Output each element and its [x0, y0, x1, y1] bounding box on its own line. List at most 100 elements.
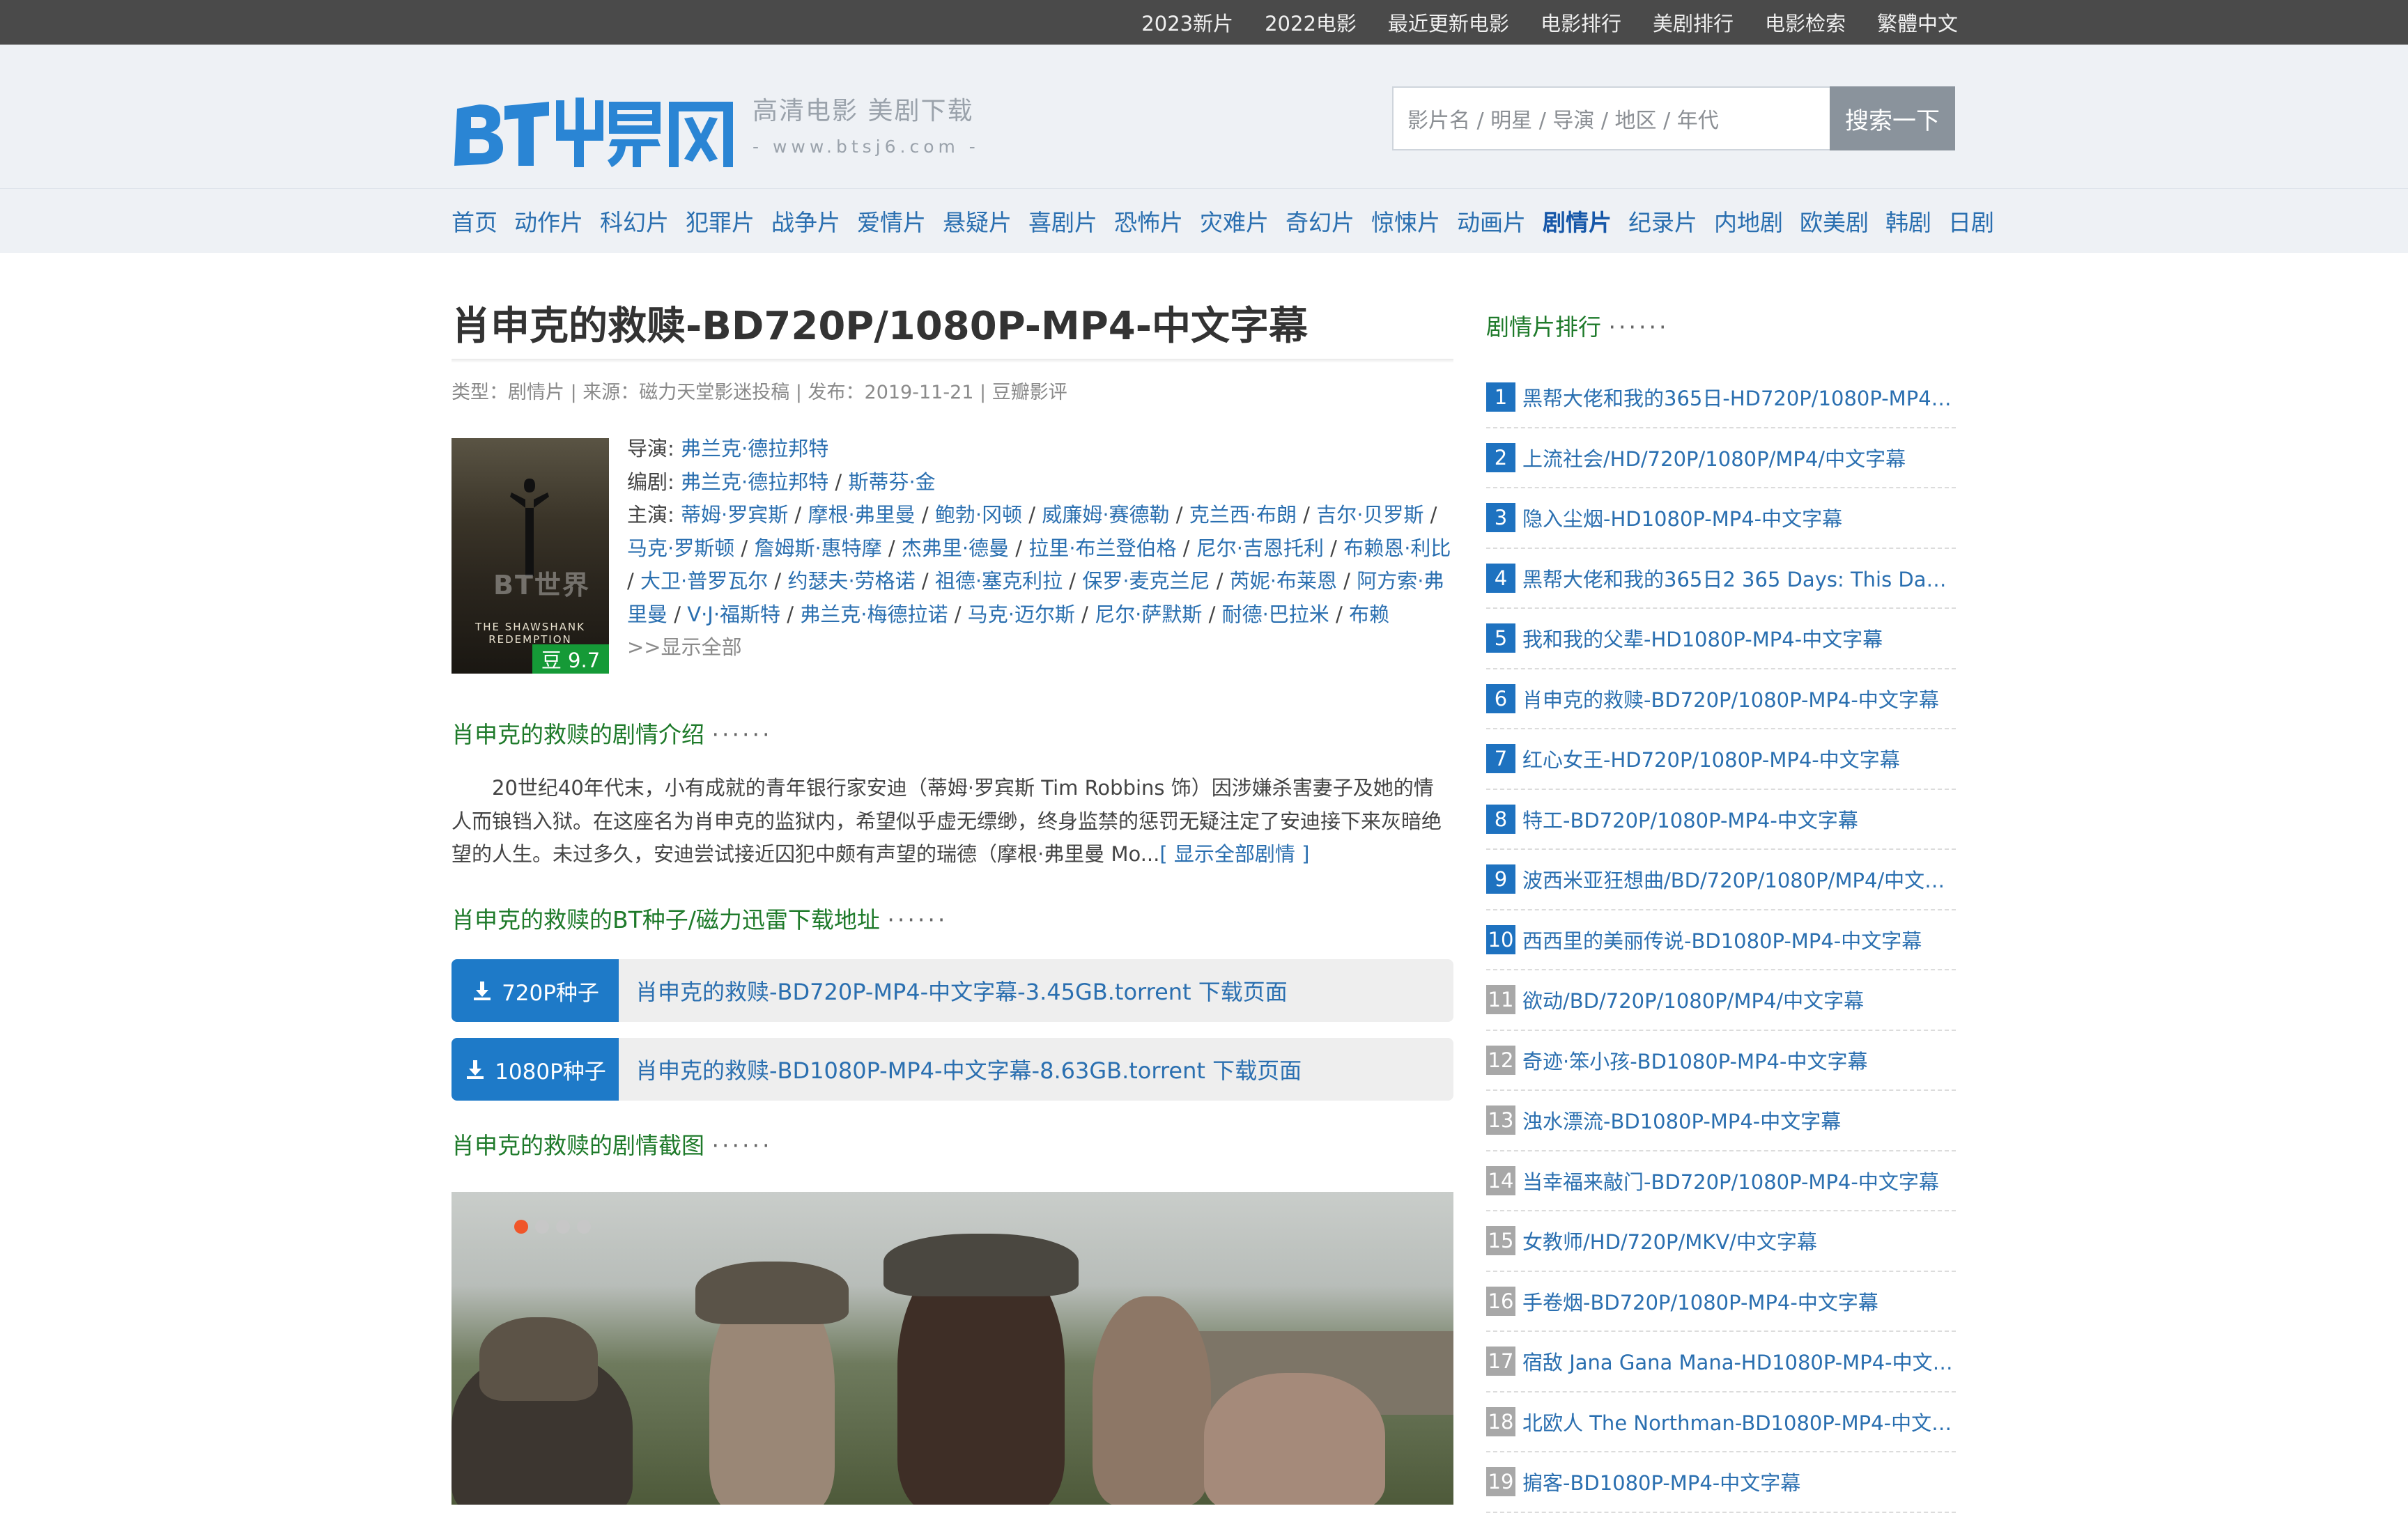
nav-item-disaster[interactable]: 灾难片: [1200, 204, 1269, 238]
download-1080p-link[interactable]: 肖申克的救赎-BD1080P-MP4-中文字幕-8.63GB.torrent 下…: [619, 1053, 1302, 1085]
ranking-item-link[interactable]: 浊水漂流-BD1080P-MP4-中文字幕: [1522, 1105, 1841, 1135]
cast-link[interactable]: 克兰西·布朗: [1189, 503, 1297, 527]
show-all-cast-link[interactable]: >>显示全部: [627, 631, 1453, 665]
nav-item-western-tv[interactable]: 欧美剧: [1800, 204, 1869, 238]
cast-link[interactable]: 布赖恩·利比: [1343, 536, 1451, 560]
top-link-traditional[interactable]: 繁體中文: [1877, 8, 1958, 37]
ranking-item-link[interactable]: 掮客-BD1080P-MP4-中文字幕: [1522, 1467, 1800, 1496]
ranking-item-link[interactable]: 手卷烟-BD720P/1080P-MP4-中文字幕: [1522, 1287, 1878, 1316]
cast-link[interactable]: 保罗·麦克兰尼: [1082, 569, 1210, 593]
ranking-item-link[interactable]: 当幸福来敲门-BD720P/1080P-MP4-中文字幕: [1522, 1166, 1939, 1195]
top-link-search[interactable]: 电影检索: [1765, 8, 1846, 37]
cast-link[interactable]: 蒂姆·罗宾斯: [681, 503, 788, 527]
ranking-item[interactable]: 5 我和我的父辈-HD1080P-MP4-中文字幕: [1486, 609, 1956, 669]
ranking-item[interactable]: 13 浊水漂流-BD1080P-MP4-中文字幕: [1486, 1091, 1956, 1151]
nav-item-home[interactable]: 首页: [452, 204, 497, 238]
top-link-2023[interactable]: 2023新片: [1141, 8, 1233, 37]
cast-link[interactable]: 威廉姆·赛德勒: [1042, 503, 1169, 527]
cast-link[interactable]: V·J·福斯特: [687, 603, 780, 626]
ranking-item-link[interactable]: 上流社会/HD/720P/1080P/MP4/中文字幕: [1522, 443, 1906, 472]
cast-link[interactable]: 耐德·巴拉米: [1222, 603, 1329, 626]
cast-link[interactable]: 弗兰克·梅德拉诺: [800, 603, 948, 626]
top-link-2022[interactable]: 2022电影: [1265, 8, 1357, 37]
ranking-item-link[interactable]: 肖申克的救赎-BD720P/1080P-MP4-中文字幕: [1522, 684, 1939, 713]
cast-link[interactable]: 祖德·塞克利拉: [935, 569, 1063, 593]
carousel-dot[interactable]: [577, 1220, 591, 1234]
ranking-item[interactable]: 19 掮客-BD1080P-MP4-中文字幕: [1486, 1452, 1956, 1513]
screenshot-carousel[interactable]: [452, 1192, 1453, 1505]
ranking-item-link[interactable]: 北欧人 The Northman-BD1080P-MP4-中文字幕: [1522, 1407, 1956, 1436]
writer-link[interactable]: 斯蒂芬·金: [848, 470, 935, 494]
top-link-latest[interactable]: 最近更新电影: [1388, 8, 1509, 37]
show-full-synopsis-link[interactable]: [ 显示全部剧情 ]: [1159, 842, 1309, 866]
nav-item-crime[interactable]: 犯罪片: [686, 204, 755, 238]
writer-link[interactable]: 弗兰克·德拉邦特: [681, 470, 828, 494]
ranking-item[interactable]: 8 特工-BD720P/1080P-MP4-中文字幕: [1486, 790, 1956, 850]
cast-link[interactable]: 芮妮·布莱恩: [1230, 569, 1337, 593]
director-link[interactable]: 弗兰克·德拉邦特: [681, 437, 828, 460]
ranking-item[interactable]: 10 西西里的美丽传说-BD1080P-MP4-中文字幕: [1486, 910, 1956, 970]
ranking-item-link[interactable]: 宿敌 Jana Gana Mana-HD1080P-MP4-中文字幕: [1522, 1347, 1956, 1376]
ranking-item-link[interactable]: 我和我的父辈-HD1080P-MP4-中文字幕: [1522, 623, 1883, 653]
nav-item-horror[interactable]: 恐怖片: [1114, 204, 1183, 238]
nav-item-japanese-tv[interactable]: 日剧: [1948, 204, 1994, 238]
cast-link[interactable]: 布赖: [1349, 603, 1389, 626]
cast-link[interactable]: 尼尔·萨默斯: [1095, 603, 1202, 626]
ranking-item-link[interactable]: 西西里的美丽传说-BD1080P-MP4-中文字幕: [1522, 925, 1922, 954]
ranking-item[interactable]: 14 当幸福来敲门-BD720P/1080P-MP4-中文字幕: [1486, 1151, 1956, 1211]
movie-poster[interactable]: BT世界 THE SHAWSHANK REDEMPTION 豆 9.7: [452, 438, 609, 674]
nav-item-mystery[interactable]: 悬疑片: [943, 204, 1012, 238]
ranking-item[interactable]: 18 北欧人 The Northman-BD1080P-MP4-中文字幕: [1486, 1392, 1956, 1452]
nav-item-animation[interactable]: 动画片: [1457, 204, 1526, 238]
cast-link[interactable]: 拉里·布兰登伯格: [1028, 536, 1176, 560]
cast-link[interactable]: 尼尔·吉恩托利: [1196, 536, 1324, 560]
ranking-item[interactable]: 7 红心女王-HD720P/1080P-MP4-中文字幕: [1486, 729, 1956, 790]
ranking-item-link[interactable]: 红心女王-HD720P/1080P-MP4-中文字幕: [1522, 744, 1900, 773]
ranking-item[interactable]: 16 手卷烟-BD720P/1080P-MP4-中文字幕: [1486, 1272, 1956, 1332]
download-720p-button[interactable]: 720P种子: [452, 959, 619, 1022]
nav-item-mainland-tv[interactable]: 内地剧: [1714, 204, 1783, 238]
carousel-dot[interactable]: [514, 1220, 528, 1234]
nav-item-fantasy[interactable]: 奇幻片: [1286, 204, 1354, 238]
cast-link[interactable]: 摩根·弗里曼: [808, 503, 915, 527]
cast-link[interactable]: 马克·迈尔斯: [968, 603, 1075, 626]
ranking-item[interactable]: 3 隐入尘烟-HD1080P-MP4-中文字幕: [1486, 488, 1956, 549]
nav-item-drama[interactable]: 剧情片: [1543, 204, 1612, 238]
ranking-item-link[interactable]: 女教师/HD/720P/MKV/中文字幕: [1522, 1226, 1817, 1255]
ranking-item-link[interactable]: 隐入尘烟-HD1080P-MP4-中文字幕: [1522, 503, 1842, 532]
ranking-item[interactable]: 1黑帮大佬和我的365日-HD720P/1080P-MP4-中文字幕: [1486, 368, 1956, 428]
ranking-item[interactable]: 4黑帮大佬和我的365日2 365 Days: This Day-HD1080P: [1486, 549, 1956, 609]
search-button[interactable]: 搜索一下: [1830, 86, 1955, 150]
ranking-item-link[interactable]: 特工-BD720P/1080P-MP4-中文字幕: [1522, 805, 1858, 834]
ranking-item[interactable]: 12 奇迹·笨小孩-BD1080P-MP4-中文字幕: [1486, 1031, 1956, 1091]
cast-link[interactable]: 吉尔·贝罗斯: [1316, 503, 1423, 527]
ranking-item-link[interactable]: 黑帮大佬和我的365日2 365 Days: This Day-HD1080P: [1522, 564, 1956, 593]
ranking-item-link[interactable]: 波西米亚狂想曲/BD/720P/1080P/MP4/中文字幕: [1522, 864, 1956, 894]
nav-item-korean-tv[interactable]: 韩剧: [1885, 204, 1931, 238]
carousel-dot[interactable]: [556, 1220, 570, 1234]
cast-link[interactable]: 大卫·普罗瓦尔: [640, 569, 768, 593]
ranking-item-link[interactable]: 奇迹·笨小孩-BD1080P-MP4-中文字幕: [1522, 1046, 1867, 1075]
ranking-item-link[interactable]: 黑帮大佬和我的365日-HD720P/1080P-MP4-中文字幕: [1522, 382, 1956, 412]
ranking-item-link[interactable]: 欲动/BD/720P/1080P/MP4/中文字幕: [1522, 985, 1864, 1014]
nav-item-war[interactable]: 战争片: [771, 204, 840, 238]
nav-item-romance[interactable]: 爱情片: [857, 204, 926, 238]
ranking-item[interactable]: 11 欲动/BD/720P/1080P/MP4/中文字幕: [1486, 970, 1956, 1031]
cast-link[interactable]: 约瑟夫·劳格诺: [787, 569, 915, 593]
ranking-item[interactable]: 9 波西米亚狂想曲/BD/720P/1080P/MP4/中文字幕: [1486, 850, 1956, 910]
ranking-item[interactable]: 6 肖申克的救赎-BD720P/1080P-MP4-中文字幕: [1486, 669, 1956, 729]
nav-item-action[interactable]: 动作片: [514, 204, 583, 238]
ranking-item[interactable]: 15 女教师/HD/720P/MKV/中文字幕: [1486, 1211, 1956, 1272]
cast-link[interactable]: 马克·罗斯顿: [627, 536, 734, 560]
nav-item-comedy[interactable]: 喜剧片: [1028, 204, 1097, 238]
site-logo[interactable]: [452, 81, 737, 171]
cast-link[interactable]: 杰弗里·德曼: [902, 536, 1009, 560]
cast-link[interactable]: 詹姆斯·惠特摩: [754, 536, 881, 560]
download-1080p-button[interactable]: 1080P种子: [452, 1038, 619, 1101]
nav-item-thriller[interactable]: 惊悚片: [1371, 204, 1440, 238]
top-link-tv-rank[interactable]: 美剧排行: [1653, 8, 1734, 37]
ranking-item[interactable]: 17 宿敌 Jana Gana Mana-HD1080P-MP4-中文字幕: [1486, 1332, 1956, 1392]
ranking-item[interactable]: 2 上流社会/HD/720P/1080P/MP4/中文字幕: [1486, 428, 1956, 488]
search-input[interactable]: 影片名 / 明星 / 导演 / 地区 / 年代: [1392, 86, 1830, 150]
top-link-movie-rank[interactable]: 电影排行: [1541, 8, 1621, 37]
